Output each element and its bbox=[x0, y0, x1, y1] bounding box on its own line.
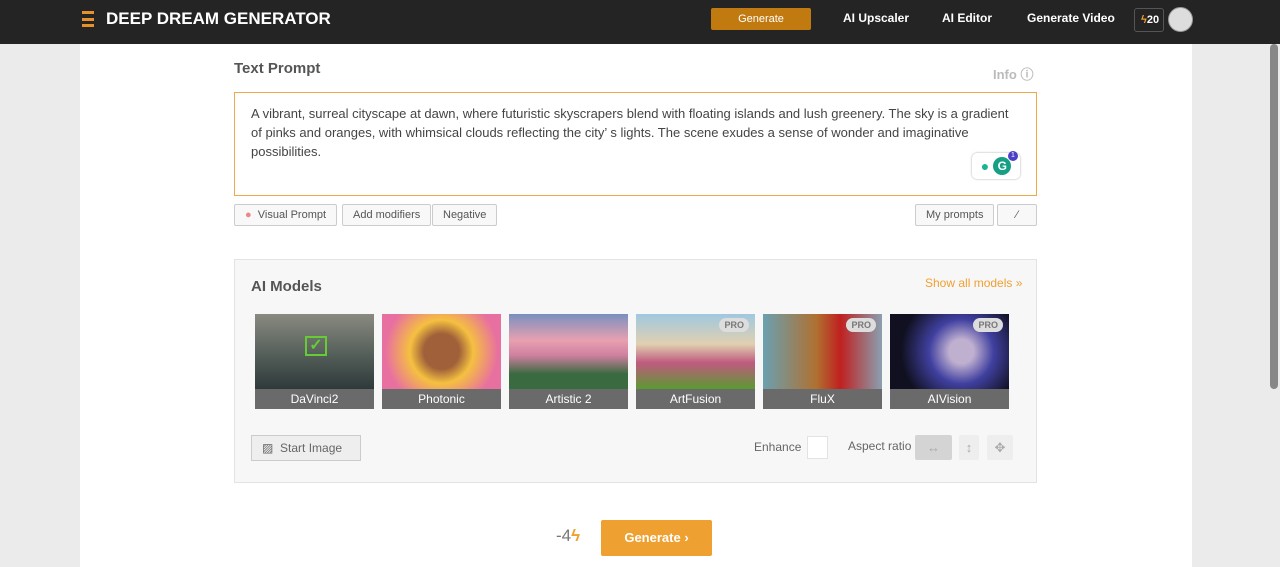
start-image-button[interactable]: ▨ Start Image bbox=[251, 435, 361, 461]
show-all-models-link[interactable]: Show all models » bbox=[925, 276, 1022, 290]
selected-check-icon: ✓ bbox=[305, 336, 327, 356]
aspect-landscape-button[interactable]: ↔ bbox=[915, 435, 952, 460]
grammarly-widget[interactable]: ● G 1 bbox=[972, 151, 1020, 179]
model-name: Artistic 2 bbox=[509, 389, 628, 409]
model-name: FluX bbox=[763, 389, 882, 409]
image-icon: ▨ bbox=[262, 441, 274, 455]
ai-models-panel: AI Models Show all models » ✓ DaVinci2 Ph… bbox=[234, 259, 1037, 483]
visual-prompt-button[interactable]: ● Visual Prompt bbox=[234, 204, 338, 226]
model-card-davinci2[interactable]: ✓ DaVinci2 bbox=[255, 314, 374, 409]
avatar[interactable] bbox=[1168, 7, 1193, 32]
prompt-textarea[interactable]: A vibrant, surreal cityscape at dawn, wh… bbox=[234, 92, 1037, 196]
scrollbar[interactable] bbox=[1270, 44, 1278, 389]
generate-button[interactable]: Generate › bbox=[601, 520, 712, 556]
help-icon: ⓘ bbox=[1020, 67, 1034, 82]
chevron-down-icon: » bbox=[1015, 276, 1023, 290]
pro-badge: PRO bbox=[846, 318, 876, 332]
vertical-arrows-icon: ↕ bbox=[965, 440, 973, 455]
credits-count: 20 bbox=[1146, 14, 1160, 26]
grammarly-count: 1 bbox=[1008, 151, 1018, 161]
pro-badge: PRO bbox=[719, 318, 749, 332]
aspect-square-button[interactable]: ✥ bbox=[987, 435, 1013, 460]
model-card-aivision[interactable]: PRO AIVision bbox=[890, 314, 1009, 409]
model-name: ArtFusion bbox=[636, 389, 755, 409]
grammarly-icon: G bbox=[993, 157, 1012, 175]
magic-wand-icon: ⁄ bbox=[1016, 209, 1018, 221]
model-card-photonic[interactable]: Photonic bbox=[382, 314, 501, 409]
horizontal-arrows-icon: ↔ bbox=[927, 440, 940, 455]
model-card-artistic-2[interactable]: Artistic 2 bbox=[509, 314, 628, 409]
move-arrows-icon: ✥ bbox=[994, 440, 1006, 455]
enhance-checkbox[interactable] bbox=[807, 436, 828, 459]
lightning-icon: ϟ bbox=[571, 526, 581, 545]
aspect-portrait-button[interactable]: ↕ bbox=[959, 435, 979, 460]
nav-generate-button[interactable]: Generate bbox=[711, 8, 811, 30]
model-name: Photonic bbox=[382, 389, 501, 409]
palette-icon: ● bbox=[245, 209, 252, 221]
magic-wand-button[interactable]: ⁄ bbox=[997, 204, 1037, 226]
logo-icon bbox=[82, 11, 94, 27]
add-modifiers-button[interactable]: Add modifiers bbox=[342, 204, 432, 226]
brand-name: DEEP DREAM GENERATOR bbox=[106, 9, 331, 28]
nav-generate-video[interactable]: Generate Video bbox=[1027, 11, 1115, 25]
nav-ai-editor[interactable]: AI Editor bbox=[942, 11, 992, 25]
credits-badge[interactable]: ϟ20 bbox=[1134, 8, 1164, 32]
negative-button[interactable]: Negative bbox=[432, 204, 498, 226]
model-name: AIVision bbox=[890, 389, 1009, 409]
model-card-artfusion[interactable]: PRO ArtFusion bbox=[636, 314, 755, 409]
nav-ai-upscaler[interactable]: AI Upscaler bbox=[843, 11, 909, 25]
model-name: DaVinci2 bbox=[255, 389, 374, 409]
top-nav: DEEP DREAM GENERATOR Generate AI Upscale… bbox=[0, 0, 1280, 44]
logo[interactable]: DEEP DREAM GENERATOR bbox=[82, 9, 331, 29]
info-link[interactable]: Info ⓘ bbox=[993, 64, 1033, 83]
model-card-flux[interactable]: PRO FluX bbox=[763, 314, 882, 409]
lightbulb-icon: ● bbox=[980, 158, 990, 174]
ai-models-title: AI Models bbox=[251, 278, 322, 295]
chevron-right-icon: › bbox=[684, 530, 689, 545]
aspect-ratio-label: Aspect ratio bbox=[848, 439, 912, 453]
enhance-label: Enhance bbox=[754, 440, 802, 454]
generation-cost: -4ϟ bbox=[556, 526, 581, 545]
text-prompt-title: Text Prompt bbox=[234, 60, 321, 77]
my-prompts-button[interactable]: My prompts bbox=[915, 204, 995, 226]
pro-badge: PRO bbox=[973, 318, 1003, 332]
